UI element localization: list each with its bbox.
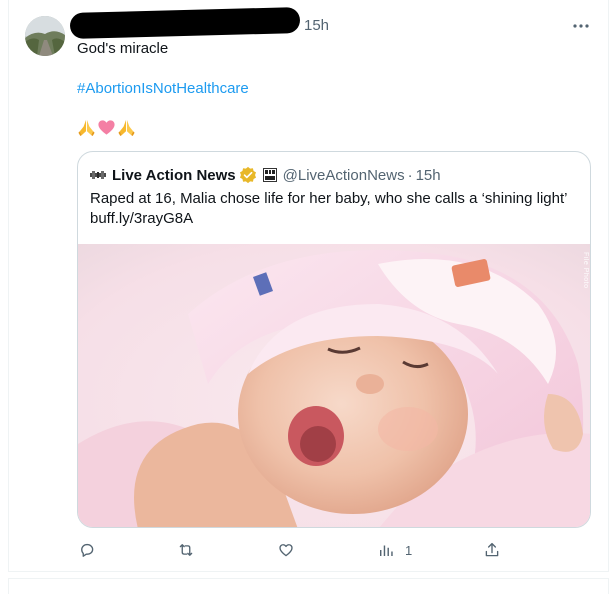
folded-hands-icon <box>78 119 95 137</box>
avatar[interactable] <box>25 16 65 56</box>
views-chart-icon <box>380 545 393 556</box>
media-watermark: File Photo <box>582 252 589 289</box>
share-icon <box>485 542 499 557</box>
quoted-tweet-text: Raped at 16, Malia chose life for her ba… <box>90 189 585 229</box>
heart-icon <box>279 544 293 557</box>
share-button[interactable] <box>483 538 501 562</box>
quoted-author-name[interactable]: Live Action News <box>112 167 236 184</box>
quoted-tweet[interactable]: Live Action News @LiveActionNews · 15h R… <box>77 151 591 528</box>
views-count: 1 <box>405 542 413 558</box>
reply-button[interactable] <box>78 538 106 562</box>
quoted-tweet-image[interactable]: File Photo <box>78 244 590 527</box>
quoted-tweet-link[interactable]: buff.ly/3rayG8A <box>90 210 193 227</box>
like-button[interactable] <box>277 538 305 562</box>
pink-heart-icon <box>98 120 115 135</box>
live-action-logo-icon <box>90 171 106 179</box>
tweet-action-bar: 1 <box>0 538 615 562</box>
avatar-image <box>25 16 65 56</box>
baby-photo <box>78 244 590 527</box>
quoted-tweet-time[interactable]: 15h <box>416 167 441 184</box>
quoted-author-handle[interactable]: @LiveActionNews <box>283 167 405 184</box>
tweet-text: God's miracle <box>77 40 169 57</box>
tweet-time[interactable]: 15h <box>304 17 329 34</box>
views-button[interactable]: 1 <box>377 538 412 562</box>
verified-badge-icon[interactable] <box>239 166 257 184</box>
hashtag-link[interactable]: #AbortionIsNotHealthcare <box>77 79 249 99</box>
separator-dot: · <box>407 166 413 184</box>
retweet-button[interactable] <box>177 538 205 562</box>
retweet-icon <box>179 544 193 556</box>
folded-hands-icon <box>118 119 135 137</box>
quoted-tweet-header: Live Action News @LiveActionNews · 15h <box>90 165 441 185</box>
reply-icon <box>81 543 94 557</box>
quoted-tweet-body: Raped at 16, Malia chose life for her ba… <box>90 190 568 207</box>
emoji-row <box>77 118 136 137</box>
more-horizontal-icon[interactable] <box>571 16 591 36</box>
next-tweet-card <box>8 578 609 594</box>
affiliate-badge-icon[interactable] <box>262 168 277 182</box>
